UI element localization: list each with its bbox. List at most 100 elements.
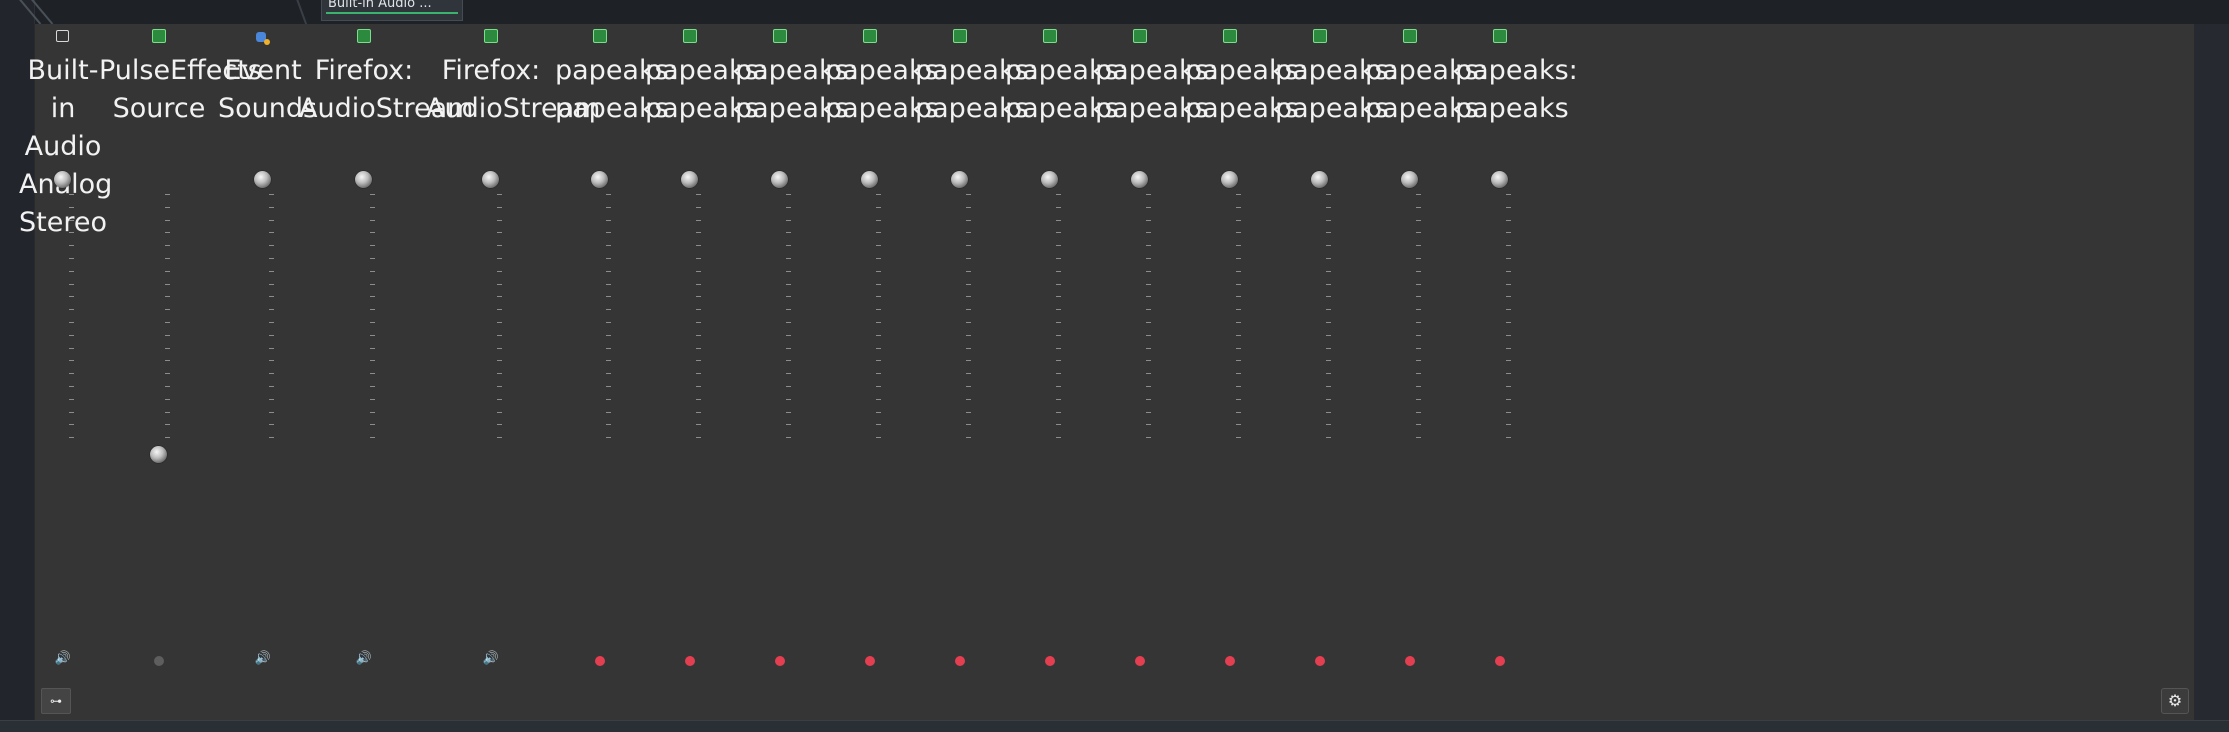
volume-scale [69,194,75,444]
scale-tick [1506,245,1511,247]
volume-slider-knob[interactable] [150,446,167,463]
scale-tick [69,411,74,413]
scale-tick [876,194,881,195]
settings-tree-button[interactable]: ⊶ [41,688,71,714]
scale-tick [1326,206,1331,208]
muted-indicator[interactable] [865,656,875,666]
scale-tick [606,194,611,195]
channel-strip: Built- in Audio Analog Stereo 🔊 [19,24,112,694]
channel-strip: papeaks: papeaks [825,24,948,694]
muted-indicator[interactable] [1315,656,1325,666]
scale-tick [876,232,881,234]
volume-slider-knob[interactable] [1491,171,1508,188]
scale-tick [497,270,502,272]
scale-tick [370,219,375,221]
speaker-icon[interactable]: 🔊 [482,651,500,667]
scale-tick [1416,437,1421,439]
mute-toggle[interactable] [154,656,164,666]
speaker-icon[interactable]: 🔊 [355,651,373,667]
volume-slider-knob[interactable] [681,171,698,188]
muted-indicator[interactable] [1135,656,1145,666]
volume-slider-knob[interactable] [771,171,788,188]
scale-tick [1506,232,1511,234]
muted-indicator[interactable] [1045,656,1055,666]
volume-slider-knob[interactable] [1401,171,1418,188]
scale-tick [1416,232,1421,234]
channel-strip: papeaks: papeaks [1185,24,1308,694]
volume-slider-knob[interactable] [355,171,372,188]
scale-tick [966,373,971,375]
scale-tick [69,270,74,272]
scale-tick [165,437,170,439]
scale-tick [165,219,170,221]
volume-slider-knob[interactable] [54,171,71,188]
scale-tick [269,322,274,323]
muted-indicator[interactable] [685,656,695,666]
scale-tick [1056,206,1061,208]
scale-tick [165,398,170,400]
scale-tick [696,232,701,234]
scale-tick [1506,424,1511,426]
scale-tick [1236,309,1241,311]
volume-slider-knob[interactable] [591,171,608,188]
scale-tick [966,194,971,195]
volume-slider-knob[interactable] [1041,171,1058,188]
scale-tick [1146,194,1151,195]
scale-tick [786,373,791,375]
speaker-icon[interactable]: 🔊 [254,651,272,667]
scale-tick [497,309,502,311]
scale-tick [876,360,881,362]
volume-scale [1236,194,1242,444]
scale-tick [269,206,274,208]
scale-tick [370,411,375,413]
scale-tick [69,334,74,336]
channel-name: papeaks: papeaks [1365,55,1488,124]
muted-indicator[interactable] [595,656,605,666]
muted-indicator[interactable] [955,656,965,666]
scale-tick [269,437,274,439]
scale-tick [786,386,791,387]
scale-tick [1326,194,1331,195]
volume-slider-knob[interactable] [1221,171,1238,188]
preferences-button[interactable]: ⚙ [2161,688,2189,714]
volume-slider-knob[interactable] [861,171,878,188]
scale-tick [269,424,274,426]
scale-tick [497,258,502,259]
volume-slider-knob[interactable] [1131,171,1148,188]
scale-tick [1506,411,1511,413]
scale-tick [1506,258,1511,259]
volume-slider-knob[interactable] [482,171,499,188]
scale-tick [497,437,502,439]
scale-tick [69,360,74,362]
volume-slider-knob[interactable] [951,171,968,188]
scale-tick [606,258,611,259]
channel-name: papeaks: papeaks [1275,55,1398,124]
scale-tick [696,309,701,311]
scale-tick [1416,219,1421,221]
scale-tick [966,245,971,247]
muted-indicator[interactable] [1405,656,1415,666]
scale-tick [696,373,701,375]
window-thumbnail[interactable]: Built-in Audio ... [321,0,463,21]
speaker-icon[interactable]: 🔊 [54,651,72,667]
scale-tick [1416,360,1421,362]
scale-tick [1146,309,1151,311]
scale-tick [876,347,881,349]
scale-tick [497,347,502,349]
scale-tick [786,245,791,247]
volume-slider-knob[interactable] [1311,171,1328,188]
scale-tick [1416,309,1421,311]
muted-indicator[interactable] [1225,656,1235,666]
scale-tick [1146,270,1151,272]
pulseeffects-icon [1313,29,1327,43]
muted-indicator[interactable] [1495,656,1505,666]
volume-slider-knob[interactable] [254,171,271,188]
scale-tick [165,270,170,272]
scale-tick [1146,437,1151,439]
scale-tick [966,424,971,426]
muted-indicator[interactable] [775,656,785,666]
volume-scale [696,194,702,444]
scale-tick [696,398,701,400]
scale-tick [497,283,502,285]
scale-tick [1056,398,1061,400]
